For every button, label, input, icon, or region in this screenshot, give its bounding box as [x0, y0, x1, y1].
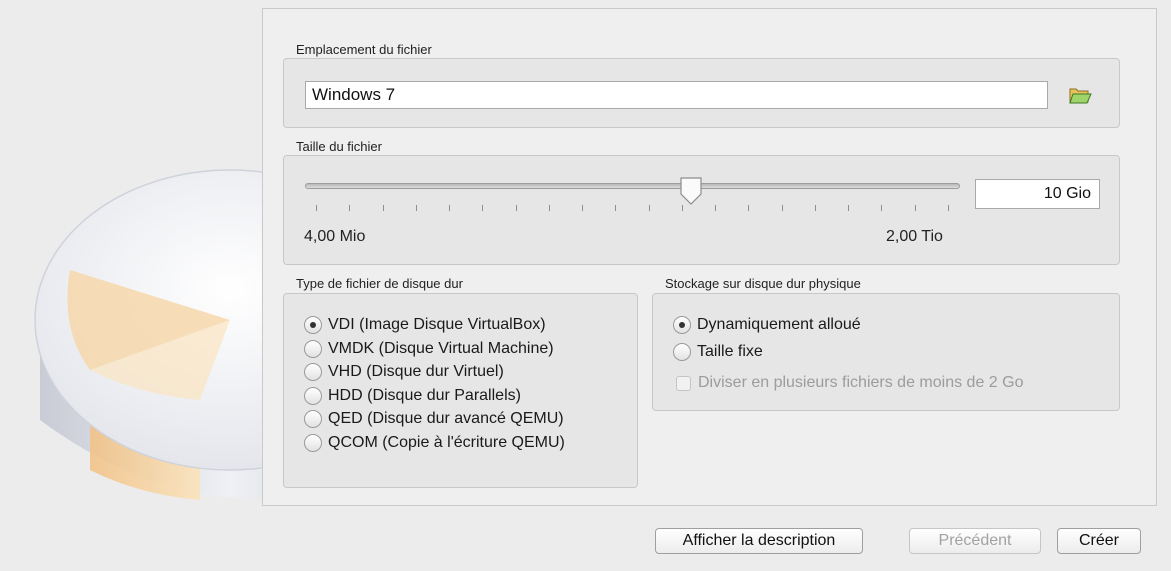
slider-tick — [715, 205, 717, 211]
slider-tick — [515, 205, 517, 211]
storage-option[interactable]: Taille fixe — [673, 343, 763, 361]
radio-button[interactable] — [304, 363, 322, 381]
disk-type-option-label: VHD (Disque dur Virtuel) — [328, 363, 504, 380]
slider-tick — [648, 205, 650, 211]
slider-tick — [415, 205, 417, 211]
slider-tick — [848, 205, 850, 211]
slider-tick — [316, 205, 317, 211]
storage-option-label: Dynamiquement alloué — [697, 316, 861, 333]
file-size-group — [283, 155, 1120, 265]
slider-tick — [781, 205, 783, 211]
radio-button[interactable] — [673, 343, 691, 361]
disk-type-option[interactable]: QED (Disque dur avancé QEMU) — [304, 410, 564, 428]
radio-button[interactable] — [304, 339, 322, 358]
disk-type-option-label: HDD (Disque dur Parallels) — [328, 386, 521, 404]
file-location-input[interactable] — [305, 81, 1048, 109]
slider-tick — [948, 205, 949, 211]
disk-type-label: Type de fichier de disque dur — [296, 276, 463, 291]
split-files-checkbox-row: Diviser en plusieurs fichiers de moins d… — [676, 374, 1023, 392]
show-description-button[interactable]: Afficher la description — [655, 528, 863, 554]
slider-min-label: 4,00 Mio — [304, 228, 366, 245]
file-size-slider-thumb[interactable] — [679, 176, 703, 206]
slider-tick — [615, 205, 617, 211]
slider-tick — [548, 205, 550, 211]
radio-button[interactable] — [304, 410, 322, 428]
radio-button[interactable] — [304, 433, 322, 452]
radio-button[interactable] — [304, 316, 322, 334]
slider-tick — [582, 205, 584, 211]
slider-tick — [748, 205, 750, 211]
disk-type-option-label: QCOM (Copie à l'écriture QEMU) — [328, 433, 565, 451]
slider-tick — [382, 205, 384, 211]
storage-option-label: Taille fixe — [697, 343, 763, 360]
radio-selected-dot — [310, 322, 316, 328]
split-files-label: Diviser en plusieurs fichiers de moins d… — [698, 374, 1024, 391]
slider-tick — [881, 205, 883, 211]
storage-label: Stockage sur disque dur physique — [665, 276, 861, 291]
slider-tick — [449, 205, 451, 211]
storage-option[interactable]: Dynamiquement alloué — [673, 316, 861, 334]
split-files-checkbox — [676, 375, 691, 391]
slider-tick — [482, 205, 484, 211]
radio-button[interactable] — [304, 386, 322, 405]
create-button[interactable]: Créer — [1057, 528, 1141, 554]
disk-type-option-label: QED (Disque dur avancé QEMU) — [328, 410, 564, 427]
slider-tick — [914, 205, 916, 211]
file-size-input[interactable] — [975, 179, 1100, 209]
folder-open-icon[interactable] — [1067, 82, 1093, 108]
file-size-label: Taille du fichier — [296, 139, 382, 154]
back-button[interactable]: Précédent — [909, 528, 1041, 554]
slider-tick — [814, 205, 816, 211]
disk-type-option[interactable]: QCOM (Copie à l'écriture QEMU) — [304, 433, 565, 452]
disk-type-option[interactable]: VHD (Disque dur Virtuel) — [304, 363, 504, 381]
radio-selected-dot — [679, 322, 685, 328]
file-size-slider-track[interactable] — [305, 183, 960, 189]
radio-button[interactable] — [673, 316, 691, 334]
slider-max-label: 2,00 Tio — [886, 228, 943, 245]
file-location-label: Emplacement du fichier — [296, 42, 432, 57]
disk-type-option[interactable]: HDD (Disque dur Parallels) — [304, 386, 521, 405]
disk-type-option[interactable]: VMDK (Disque Virtual Machine) — [304, 339, 554, 358]
disk-type-option[interactable]: VDI (Image Disque VirtualBox) — [304, 316, 546, 334]
slider-tick — [349, 205, 351, 211]
disk-type-option-label: VDI (Image Disque VirtualBox) — [328, 316, 546, 333]
disk-type-option-label: VMDK (Disque Virtual Machine) — [328, 339, 554, 357]
